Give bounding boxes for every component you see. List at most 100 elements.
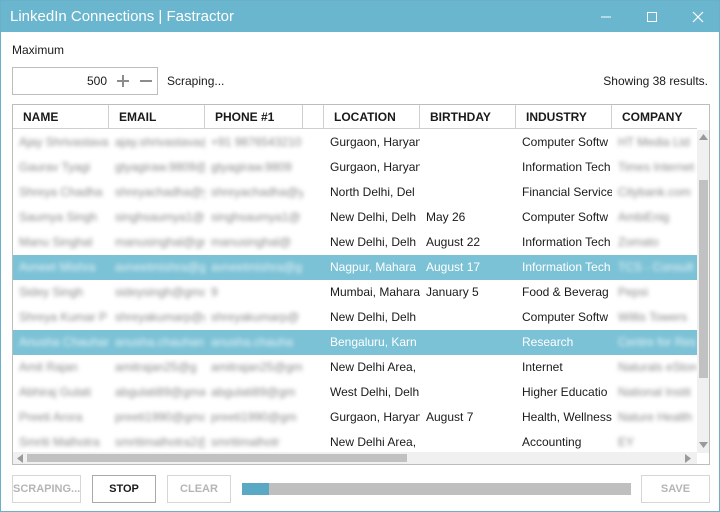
cell-email: shreyakumarp@gm [115,310,205,324]
scraping-status: Scraping... [167,74,225,88]
cell-company: HT Media Ltd [618,135,690,149]
table-row[interactable]: Avneet Mishra avneetmishra@gmai avneetmish… [13,255,697,280]
maximize-button[interactable] [629,1,675,32]
cell-birthday [420,355,516,380]
cell-email: smritimalhotra2@ [115,435,205,449]
window-title: LinkedIn Connections | Fastractor [10,8,235,25]
cell-birthday [420,305,516,330]
cell-company: TCS - Consult [618,260,694,274]
horizontal-scroll-thumb[interactable] [27,454,407,462]
cell-location: New Delhi Area, [330,435,417,449]
cell-name: Sidey Singh [19,285,84,299]
table-row[interactable]: Shreya Chadha shreyachadha@yahoo shreyacha… [13,180,697,205]
cell-industry: Higher Educatio [522,385,608,399]
cell-name: Avneet Mishra [19,260,96,274]
table-row[interactable]: Preeti Arora preeti1990@gmail preeti1990@g… [13,405,697,430]
cell-phone: smritimalhotr [211,435,280,449]
scroll-down-icon[interactable] [698,440,708,450]
cell-birthday [420,330,516,355]
cell-birthday: January 5 [426,285,479,299]
table-row[interactable]: Abhiraj Gulati abgulati89@gmail abgulati89… [13,380,697,405]
column-header-phone[interactable]: PHONE #1 [205,105,303,129]
cell-location: Gurgaon, Haryan [330,160,420,174]
scroll-up-icon[interactable] [698,132,708,142]
table-row[interactable]: Anusha Chauhan anusha.chauhan@g anusha.cha… [13,330,697,355]
stop-button[interactable]: STOP [92,475,156,503]
progress-fill [242,483,270,495]
cell-location: New Delhi Area, [330,360,417,374]
horizontal-scrollbar[interactable] [13,452,697,464]
cell-name: Amit Rajan [19,360,78,374]
cell-location: Mumbai, Mahara [330,285,420,299]
cell-industry: Research [522,335,574,349]
close-button[interactable] [675,1,720,32]
cell-email: shreyachadha@yahoo [115,185,205,199]
cell-phone: preeti1990@gm [211,410,297,424]
minus-icon[interactable] [138,73,154,89]
column-header-birthday[interactable]: BIRTHDAY [420,105,516,129]
cell-company: Pepsi [618,285,649,299]
column-header-location[interactable]: LOCATION [324,105,420,129]
cell-name: Gaurav Tyagi [19,160,91,174]
maximum-label: Maximum [12,43,65,57]
cell-phone: manusinghal@ [211,235,292,249]
plus-icon[interactable] [115,73,131,89]
cell-birthday [420,130,516,155]
cell-birthday: August 17 [426,260,481,274]
cell-birthday [420,430,516,453]
table-row[interactable]: Ajay Shrivastava ajay.shrivastava@g +91 98… [13,130,697,155]
table-row[interactable]: Amit Rajan amitrajan25@g amitrajan25@gm New… [13,355,697,380]
vertical-scroll-thumb[interactable] [699,180,708,378]
table-row[interactable]: Saumya Singh singhsaumya1@gm singhsaumya1@… [13,205,697,230]
maximum-value[interactable]: 500 [13,74,107,88]
column-header-email[interactable]: EMAIL [109,105,205,129]
cell-location: Gurgaon, Haryan [330,135,420,149]
clear-button[interactable]: CLEAR [167,475,231,503]
cell-email: abgulati89@gmail [115,385,205,399]
cell-industry: Accounting [522,435,582,449]
cell-email: preeti1990@gmail [115,410,205,424]
title-bar[interactable]: LinkedIn Connections | Fastractor [1,1,719,32]
scraping-button[interactable]: SCRAPING... [12,475,81,503]
minimize-button[interactable] [583,1,629,32]
cell-industry: Internet [522,360,563,374]
cell-company: Naturals eStore [618,360,697,374]
column-header-industry[interactable]: INDUSTRY [516,105,612,129]
column-header-company[interactable]: COMPANY [612,105,697,129]
cell-name: Shreya Chadha [19,185,103,199]
scroll-left-icon[interactable] [15,453,25,463]
table-row[interactable]: Sidey Singh sideysingh@gmail 9 Mumbai, Maha… [13,280,697,305]
cell-name: Abhiraj Gulati [19,385,92,399]
table-row[interactable]: Smriti Malhotra smritimalhotra2@ smritimal… [13,430,697,453]
connections-table[interactable]: NAME EMAIL PHONE #1 LOCATION BIRTHDAY IN… [12,104,710,465]
minimize-icon [601,16,611,17]
cell-birthday [420,180,516,205]
results-count: Showing 38 results. [603,74,708,88]
cell-location: North Delhi, Del [330,185,415,199]
cell-name: Manu Singhal [19,235,93,249]
scroll-right-icon[interactable] [683,453,693,463]
save-button[interactable]: SAVE [641,475,710,503]
cell-industry: Computer Softw [522,210,609,224]
column-header-name[interactable]: NAME [13,105,109,129]
cell-location: Nagpur, Mahara [330,260,417,274]
cell-phone: shreyachadha@y [211,185,303,199]
cell-name: Smriti Malhotra [19,435,100,449]
cell-birthday: August 7 [426,410,474,424]
table-row[interactable]: Gaurav Tyagi gtyagiraw.9809@ gtyagiraw.980… [13,155,697,180]
cell-birthday: August 22 [426,235,481,249]
cell-email: amitrajan25@g [115,360,197,374]
cell-company: AmbiEnig [618,210,670,224]
maximum-stepper[interactable]: 500 [12,67,158,95]
cell-company: Nature Health [618,410,693,424]
app-window: LinkedIn Connections | Fastractor Maximu… [0,0,720,512]
table-row[interactable]: Manu Singhal manusinghal@gma manusinghal@ N… [13,230,697,255]
cell-location: Bengaluru, Karn [330,335,417,349]
table-row[interactable]: Shreya Kumar P shreyakumarp@gm shreyakumar… [13,305,697,330]
cell-phone: amitrajan25@gm [211,360,303,374]
column-header-blank[interactable] [303,105,324,129]
close-icon [692,11,704,22]
vertical-scrollbar[interactable] [697,130,709,453]
cell-industry: Information Tech [522,235,611,249]
cell-email: manusinghal@gma [115,235,205,249]
